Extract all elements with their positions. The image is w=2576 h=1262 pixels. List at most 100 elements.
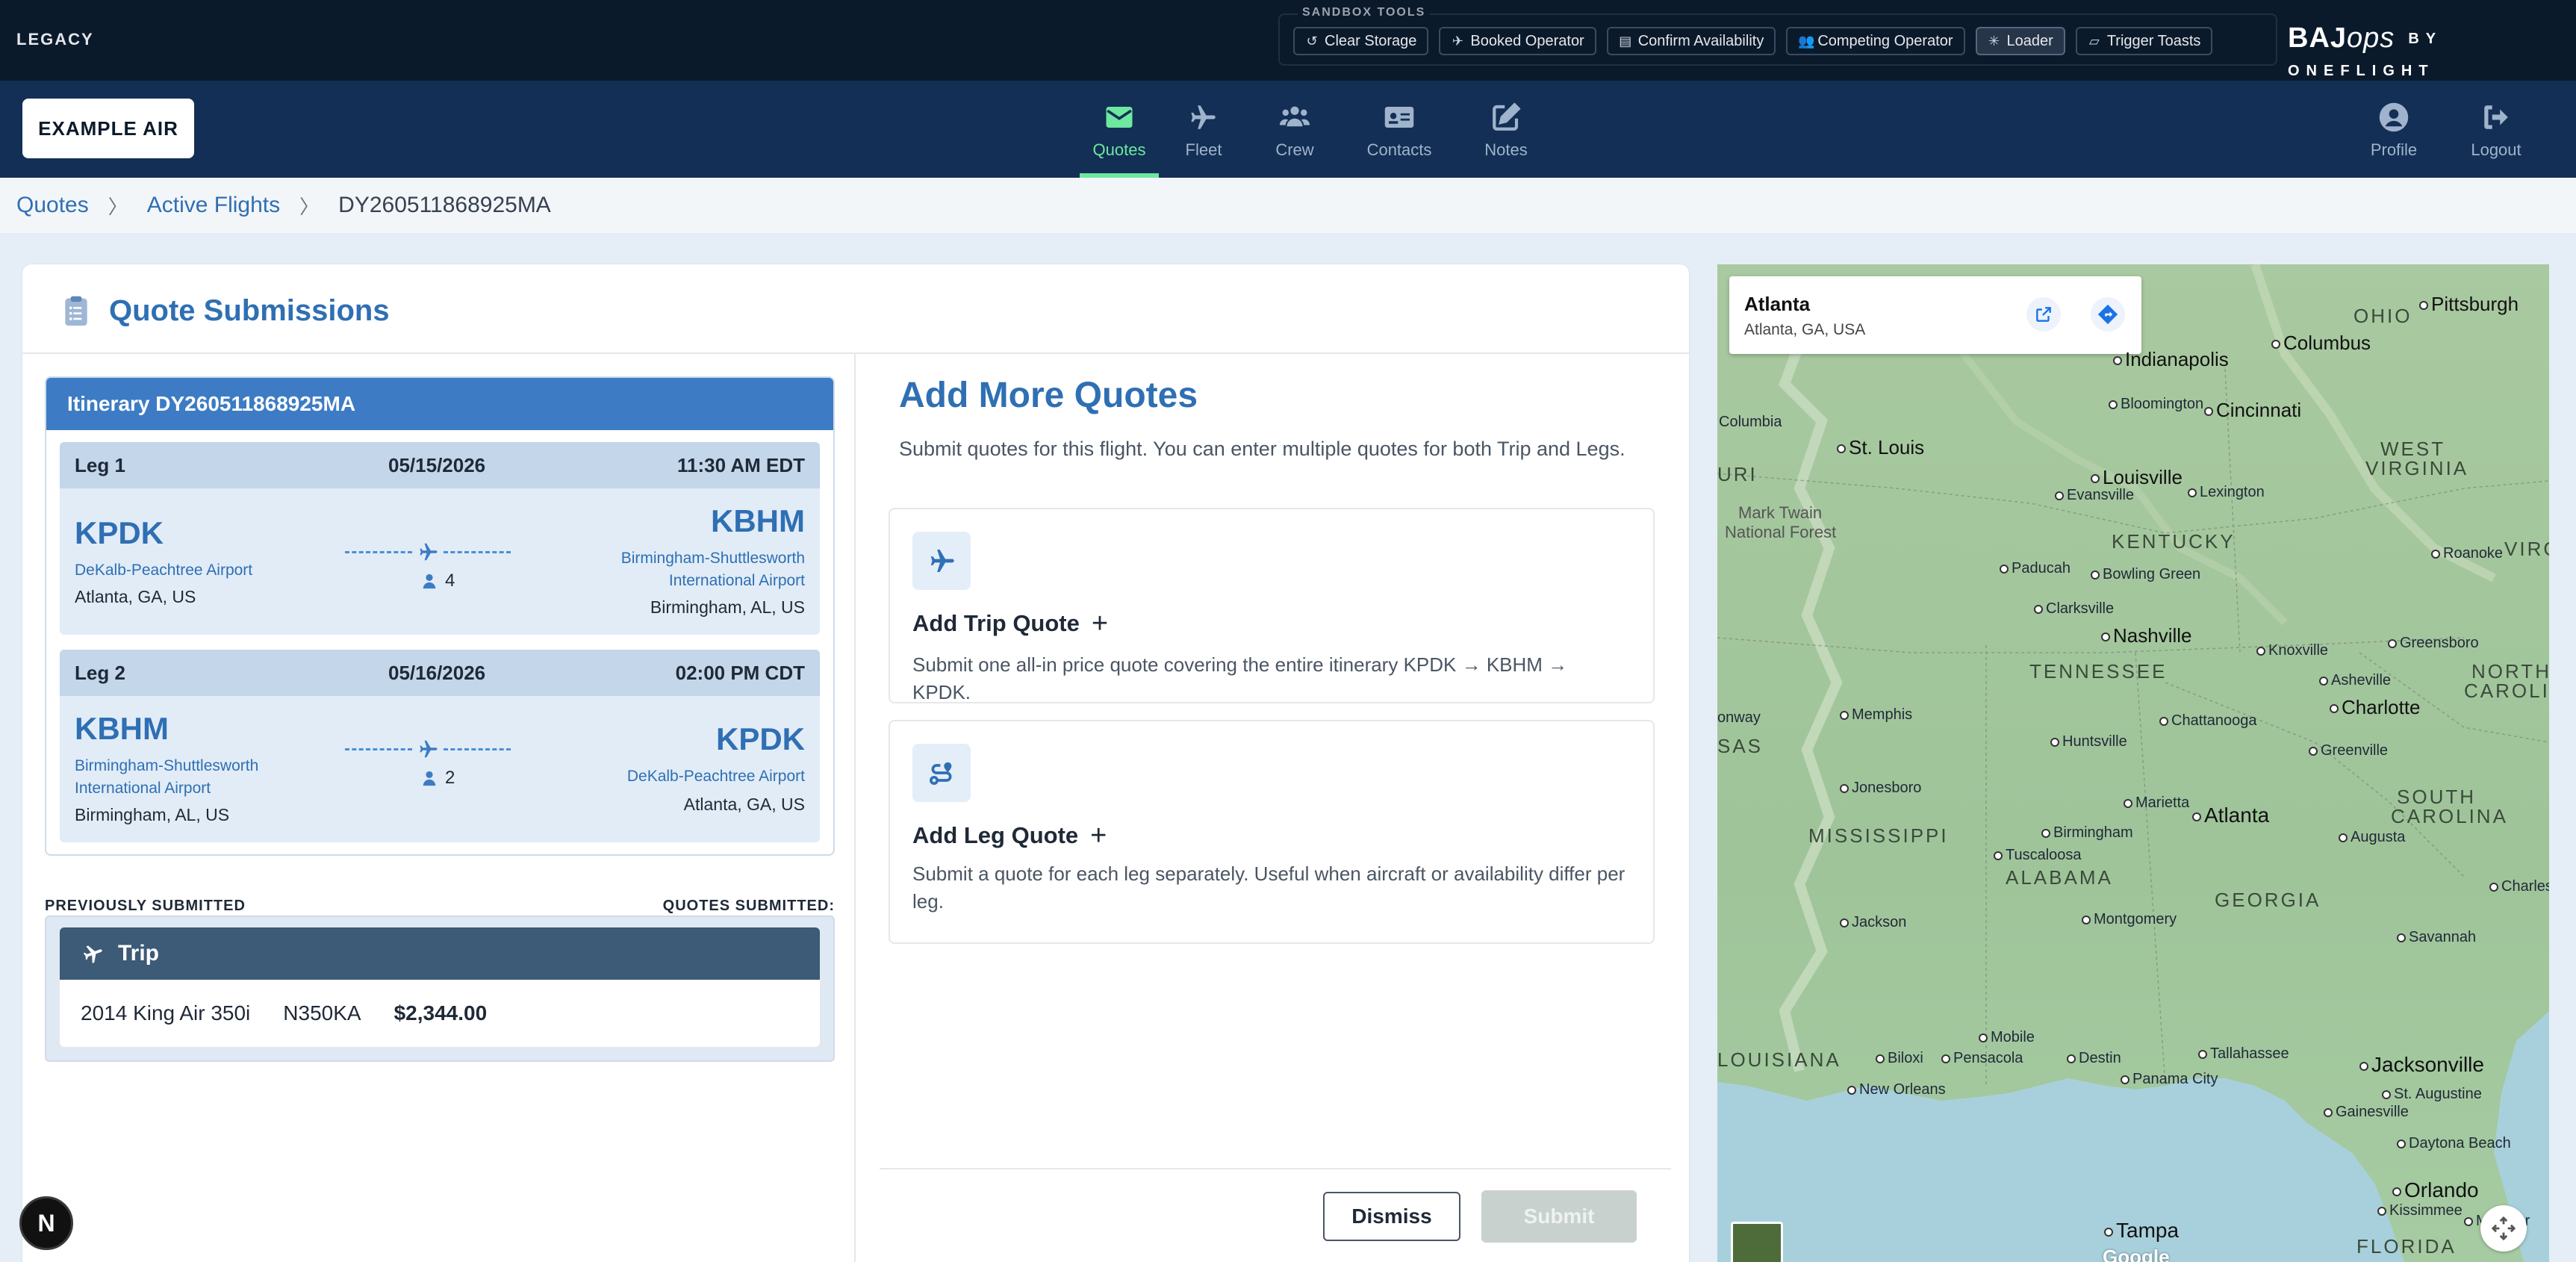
leg-label: Leg 1	[75, 453, 125, 476]
map-city: Tampa	[2104, 1219, 2179, 1243]
map-city: Birmingham	[2041, 824, 2133, 842]
map-view[interactable]: Atlanta Atlanta, GA, USA OHIO WEST VIRGI…	[1717, 264, 2549, 1262]
column-divider	[854, 354, 856, 1262]
toast-icon: ▱	[2088, 33, 2100, 49]
nav-fleet[interactable]: Fleet	[1183, 96, 1225, 178]
page-title: Quote Submissions	[109, 294, 390, 327]
map-city: Augusta	[2339, 829, 2405, 846]
edit-icon	[1493, 102, 1521, 131]
loader-button[interactable]: ✳ Loader	[1975, 27, 2065, 55]
map-label: URI	[1717, 463, 1758, 485]
booked-operator-button[interactable]: ✈ Booked Operator	[1439, 27, 1596, 55]
dev-badge[interactable]: N	[19, 1196, 73, 1250]
competing-operator-button[interactable]: 👥 Competing Operator	[1786, 27, 1965, 55]
map-city: Greenville	[2309, 742, 2388, 759]
map-label: FLORIDA	[2356, 1235, 2457, 1258]
users-icon	[1279, 106, 1310, 127]
passenger-count-value: 2	[445, 768, 455, 788]
map-city: Tallahassee	[2198, 1045, 2289, 1063]
map-city: Bowling Green	[2091, 566, 2200, 583]
nav-contacts[interactable]: Contacts	[1365, 96, 1434, 178]
map-city: Charleston	[2489, 878, 2549, 895]
add-trip-quote-button[interactable]: Add Trip Quote +	[912, 609, 1108, 638]
plus-icon: +	[1090, 820, 1107, 851]
map-city: Kissimmee	[2377, 1202, 2463, 1219]
map-city: Pittsburgh	[2419, 293, 2519, 316]
person-icon	[423, 574, 436, 589]
map-city: Jackson	[1840, 914, 1906, 931]
map-city: Jacksonville	[2359, 1053, 2484, 1077]
logout-icon	[2484, 105, 2508, 129]
sandbox-title: SANDBOX TOOLS	[1298, 6, 1431, 19]
origin-code: KPDK	[75, 515, 164, 550]
nav-quotes[interactable]: Quotes	[1080, 96, 1159, 178]
previously-submitted-label: PREVIOUSLY SUBMITTED	[45, 898, 246, 914]
map-city: Charlotte	[2330, 696, 2421, 719]
open-external-icon[interactable]	[2026, 297, 2061, 332]
directions-icon[interactable]	[2091, 297, 2125, 332]
map-city: Evansville	[2055, 487, 2134, 504]
map-label: OHIO	[2353, 305, 2412, 327]
brand-logo: BAJops BY ONEFLIGHT	[2288, 22, 2576, 87]
clipboard-list-icon	[65, 296, 87, 326]
route-line	[345, 738, 511, 760]
leg-date: 05/15/2026	[388, 453, 486, 476]
submitted-quote-header: Trip	[60, 927, 820, 980]
confirm-availability-label: Confirm Availability	[1637, 32, 1764, 49]
breadcrumb-active-flights[interactable]: Active Flights	[147, 193, 280, 218]
submitted-quote-card[interactable]: Trip 2014 King Air 350i N350KA $2,344.00	[60, 927, 820, 1047]
map-info-address: Atlanta, GA, USA	[1744, 321, 1866, 338]
confirm-availability-button[interactable]: ▤ Confirm Availability	[1606, 27, 1776, 55]
map-label: VIRGI	[2504, 538, 2549, 560]
submitted-quote-details: 2014 King Air 350i N350KA $2,344.00	[60, 980, 820, 1047]
leg-card: Leg 1 05/15/2026 11:30 AM EDT KPDK DeKal…	[60, 442, 820, 635]
fullscreen-icon[interactable]	[2480, 1205, 2527, 1252]
add-more-quotes-title: Add More Quotes	[899, 376, 1198, 415]
map-type-toggle[interactable]	[1731, 1222, 1783, 1262]
map-city: Memphis	[1840, 706, 1912, 724]
legacy-label: LEGACY	[16, 30, 94, 49]
map-label: MISSISSIPPI	[1808, 824, 1949, 847]
main-nav: EXAMPLE AIR Quotes Fleet Crew Contacts N…	[0, 81, 2576, 178]
footer-divider	[880, 1168, 1671, 1169]
add-trip-quote-card[interactable]: Add Trip Quote + Submit one all-in price…	[889, 508, 1655, 703]
map-city: Lexington	[2188, 484, 2265, 501]
leg-label: Leg 2	[75, 661, 125, 684]
map-label: KENTUCKY	[2112, 530, 2236, 553]
org-button[interactable]: EXAMPLE AIR	[22, 99, 194, 158]
map-label: ALABAMA	[2006, 866, 2113, 889]
nav-logout[interactable]: Logout	[2470, 96, 2522, 178]
map-city: Knoxville	[2256, 642, 2328, 659]
map-city: Indianapolis	[2113, 348, 2229, 371]
add-leg-quote-card[interactable]: Add Leg Quote + Submit a quote for each …	[889, 720, 1655, 944]
nav-notes[interactable]: Notes	[1484, 96, 1528, 178]
origin-city: Birmingham, AL, US	[75, 805, 230, 824]
origin-code: KBHM	[75, 711, 169, 746]
submit-button[interactable]: Submit	[1481, 1190, 1637, 1243]
nav-crew[interactable]: Crew	[1272, 96, 1317, 178]
map-city: Jonesboro	[1840, 780, 1921, 797]
add-more-quotes-subtitle: Submit quotes for this flight. You can e…	[899, 438, 1625, 460]
dismiss-button[interactable]: Dismiss	[1323, 1192, 1460, 1241]
map-city: Destin	[2067, 1050, 2121, 1067]
map-city: Cincinnati	[2204, 399, 2301, 422]
origin-name: DeKalb-Peachtree Airport	[75, 562, 253, 579]
breadcrumb-quotes[interactable]: Quotes	[16, 193, 89, 218]
leg-header: Leg 1 05/15/2026 11:30 AM EDT	[60, 442, 820, 488]
map-city: Biloxi	[1876, 1050, 1923, 1067]
clear-storage-button[interactable]: ↺ Clear Storage	[1293, 27, 1429, 55]
nav-crew-label: Crew	[1275, 140, 1314, 159]
map-city: Columbia	[1719, 414, 1782, 430]
passenger-count: 2	[421, 768, 455, 789]
map-city: Montgomery	[2082, 911, 2177, 928]
person-icon	[423, 771, 436, 786]
nav-profile[interactable]: Profile	[2370, 96, 2418, 178]
trigger-toasts-button[interactable]: ▱ Trigger Toasts	[2075, 27, 2213, 55]
tail-number: N350KA	[283, 1001, 361, 1025]
map-label: National Forest	[1725, 523, 1837, 541]
sandbox-tools: SANDBOX TOOLS ↺ Clear Storage ✈ Booked O…	[1278, 6, 2277, 66]
nav-contacts-label: Contacts	[1366, 140, 1432, 159]
top-bar: LEGACY SANDBOX TOOLS ↺ Clear Storage ✈ B…	[0, 0, 2576, 81]
add-leg-quote-button[interactable]: Add Leg Quote +	[912, 821, 1107, 850]
plane-icon	[420, 740, 438, 758]
